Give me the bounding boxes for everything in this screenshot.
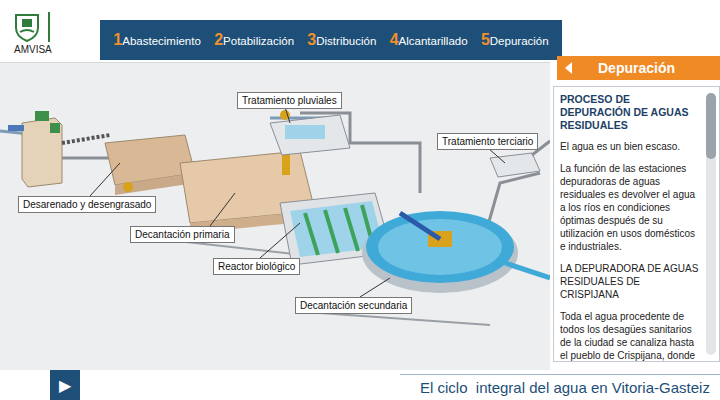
diagram-label[interactable]: Decantación secundaria <box>295 297 412 314</box>
diagram-label[interactable]: Tratamiento terciario <box>437 133 538 150</box>
body: Tratamiento pluviales Tratamiento terciar… <box>0 62 720 370</box>
info-panel: Depuración PROCESO DE DEPURACIÓN DE AGUA… <box>550 62 720 370</box>
label-leader <box>210 193 235 226</box>
logo-text: AMVISA <box>14 44 52 55</box>
chevron-icon <box>565 62 572 74</box>
shield-icon <box>14 12 40 42</box>
footer-title: El ciclo integral del agua en Vitoria-Ga… <box>400 374 720 400</box>
logo-divider <box>48 12 50 42</box>
panel-paragraph: Toda el agua procedente de todos los des… <box>560 310 699 362</box>
diagram-label[interactable]: Tratamiento pluviales <box>237 92 342 109</box>
panel-paragraph: El agua es un bien escaso. <box>560 140 699 153</box>
app: AMVISA 1Abastecimiento 2Potabilización 3Di… <box>0 0 720 400</box>
panel-paragraph: LA DEPURADORA DE AGUAS RESIDUALES DE CRI… <box>560 262 699 301</box>
label-leader <box>90 163 120 196</box>
label-leader <box>260 223 300 258</box>
nav-item[interactable]: 2Potabilización <box>214 31 294 49</box>
scrollbar-thumb[interactable] <box>706 93 716 159</box>
nav-item[interactable]: 5Depuración <box>481 31 549 49</box>
secondary-clarifier <box>362 211 550 293</box>
label-leader <box>488 148 505 163</box>
panel-content: PROCESO DE DEPURACIÓN DE AGUAS RESIDUALE… <box>553 86 720 362</box>
plant-drawing <box>0 63 550 371</box>
plant-diagram: Tratamiento pluviales Tratamiento terciar… <box>0 62 550 370</box>
logo[interactable]: AMVISA <box>0 4 96 62</box>
header: AMVISA 1Abastecimiento 2Potabilización 3Di… <box>0 0 720 62</box>
label-leader <box>285 107 290 123</box>
nav-item[interactable]: 3Distribución <box>307 31 376 49</box>
diagram-label[interactable]: Decantación primaria <box>130 226 235 243</box>
footer: ▶ El ciclo integral del agua en Vitoria-… <box>0 370 720 400</box>
nav-item[interactable]: 1Abastecimiento <box>113 31 201 49</box>
stormwater-tank <box>270 110 350 155</box>
play-button[interactable]: ▶ <box>50 370 80 400</box>
screening-building <box>8 111 62 187</box>
panel-heading: PROCESO DE DEPURACIÓN DE AGUAS RESIDUALE… <box>560 93 699 132</box>
nav-item[interactable]: 4Alcantarillado <box>390 31 468 49</box>
panel-paragraph: La función de las estaciones depuradoras… <box>560 162 699 253</box>
nav-bar: 1Abastecimiento 2Potabilización 3Distribuc… <box>100 20 562 60</box>
scrollbar[interactable] <box>706 93 716 355</box>
label-leader <box>360 278 390 297</box>
panel-text: PROCESO DE DEPURACIÓN DE AGUAS RESIDUALE… <box>554 87 703 361</box>
diagram-label[interactable]: Desarenado y desengrasado <box>18 196 156 213</box>
panel-tab[interactable]: Depuración <box>557 56 720 80</box>
diagram-label[interactable]: Reactor biológico <box>213 258 300 275</box>
